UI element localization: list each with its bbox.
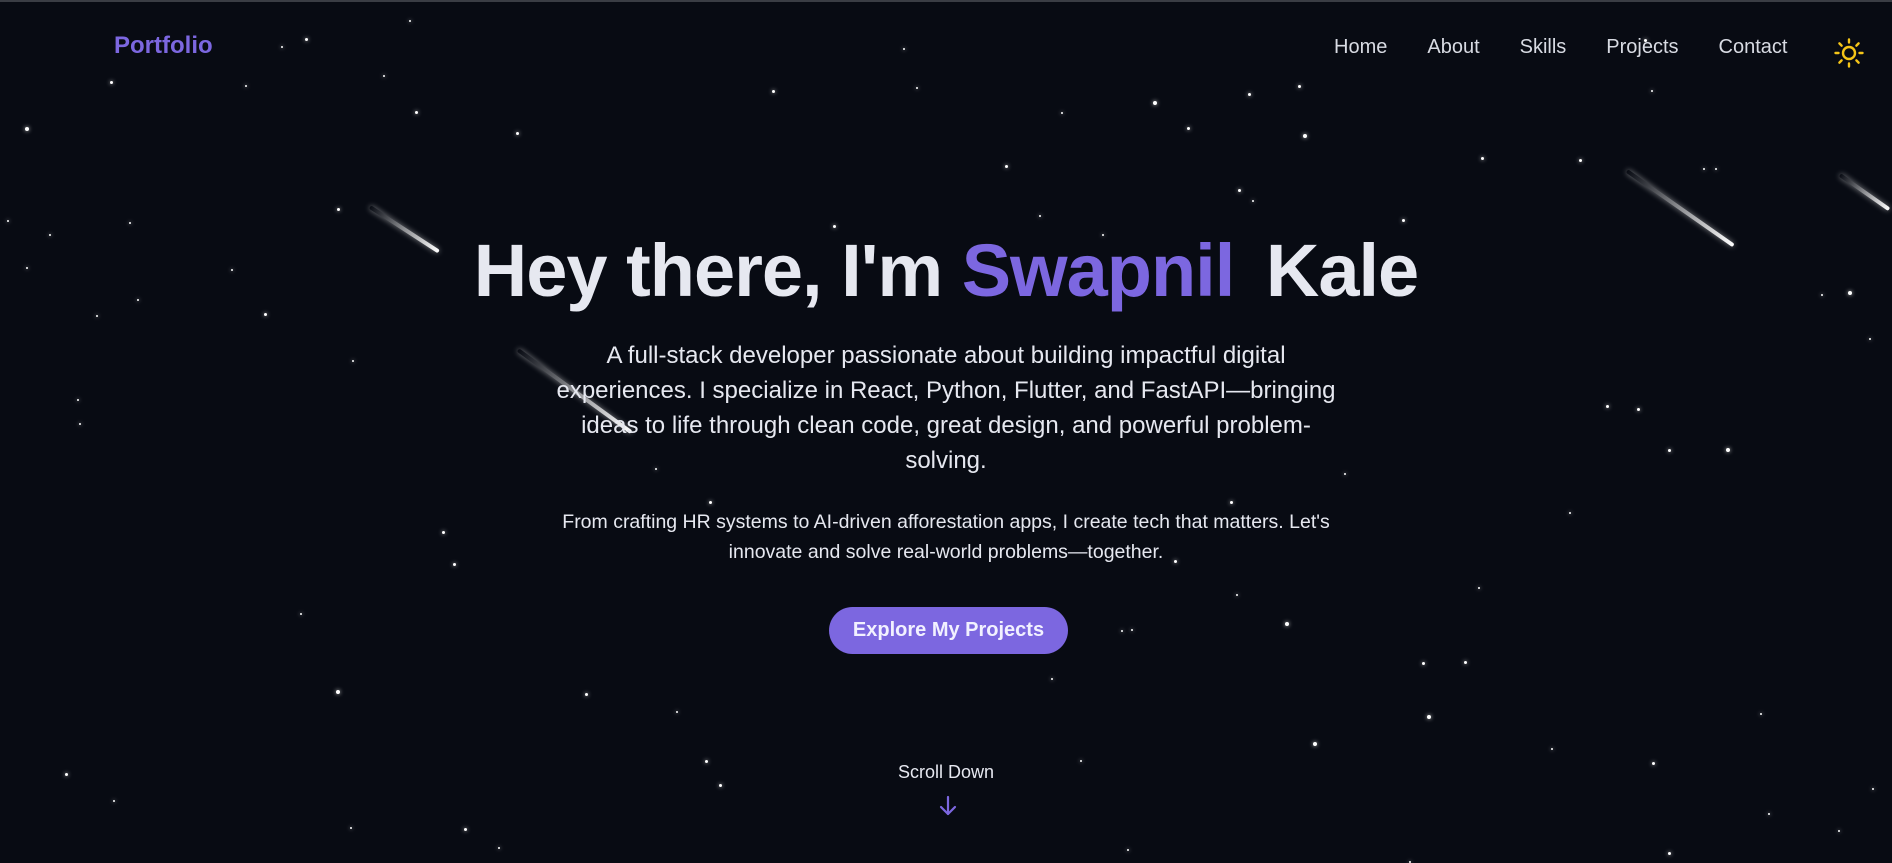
star: [304, 37, 308, 41]
arrow-down-icon[interactable]: [937, 794, 959, 818]
star: [336, 207, 340, 211]
star: [452, 562, 456, 566]
star: [1131, 629, 1133, 631]
star: [245, 85, 247, 87]
star: [903, 48, 905, 50]
star: [1039, 215, 1041, 217]
star: [1667, 851, 1671, 855]
star: [1605, 404, 1609, 408]
hero-first-name: Swapnil: [961, 229, 1236, 312]
star: [383, 75, 385, 77]
star: [281, 46, 283, 48]
star: [1236, 594, 1238, 596]
nav-link-projects[interactable]: Projects: [1606, 36, 1678, 59]
hero-title: Hey there, I'm Swapnil Kale: [0, 228, 1892, 313]
scroll-down-label[interactable]: Scroll Down: [0, 762, 1892, 783]
sun-icon: [1834, 38, 1864, 68]
hero-last-name: Kale: [1265, 229, 1419, 312]
star: [1726, 448, 1730, 452]
star: [1004, 164, 1008, 168]
star: [1715, 168, 1717, 170]
star: [25, 127, 29, 131]
star: [1651, 90, 1653, 92]
star: [352, 360, 354, 362]
star: [1401, 218, 1405, 222]
star: [1051, 678, 1053, 680]
star: [1551, 748, 1553, 750]
star: [1127, 849, 1129, 851]
star: [1153, 101, 1157, 105]
star: [96, 315, 98, 317]
theme-toggle-button[interactable]: [1834, 38, 1864, 68]
star: [109, 80, 113, 84]
star: [1463, 660, 1467, 664]
star: [584, 692, 588, 696]
star: [676, 711, 678, 713]
star: [1760, 713, 1762, 715]
star: [1427, 715, 1431, 719]
star: [463, 827, 467, 831]
star: [7, 220, 9, 222]
hero-description: A full-stack developer passionate about …: [556, 342, 1336, 474]
nav-link-home[interactable]: Home: [1334, 36, 1387, 59]
nav-link-about[interactable]: About: [1427, 36, 1479, 59]
star: [708, 500, 712, 504]
star: [350, 827, 352, 829]
star: [1872, 788, 1874, 790]
star: [498, 847, 500, 849]
star: [771, 89, 775, 93]
star: [441, 530, 445, 534]
star: [1186, 126, 1190, 130]
star: [113, 800, 115, 802]
nav-link-skills[interactable]: Skills: [1520, 36, 1567, 59]
brand-logo[interactable]: Portfolio: [114, 32, 213, 60]
star: [1313, 742, 1317, 746]
star: [129, 222, 131, 224]
star: [79, 423, 81, 425]
star: [1636, 407, 1640, 411]
star: [77, 399, 79, 401]
star: [1237, 188, 1241, 192]
star: [1285, 622, 1289, 626]
hero-secondary-text: From crafting HR systems to AI-driven af…: [562, 511, 1330, 563]
star: [916, 87, 918, 89]
star: [1297, 84, 1301, 88]
star: [1421, 661, 1425, 665]
star: [1252, 200, 1254, 202]
star: [1303, 134, 1307, 138]
star: [1569, 512, 1571, 514]
star: [1478, 587, 1480, 589]
star: [1578, 158, 1582, 162]
explore-projects-button[interactable]: Explore My Projects: [829, 607, 1068, 654]
star: [1667, 448, 1671, 452]
star: [515, 131, 519, 135]
star: [336, 690, 340, 694]
star: [1703, 168, 1705, 170]
nav-link-contact[interactable]: Contact: [1719, 36, 1788, 59]
star: [718, 783, 722, 787]
shooting-star: [1838, 173, 1891, 212]
star: [409, 20, 411, 22]
hero-title-prefix: Hey there, I'm: [473, 229, 943, 312]
star: [1768, 813, 1770, 815]
star: [1229, 500, 1233, 504]
star: [1480, 156, 1484, 160]
star: [1869, 338, 1871, 340]
main-nav: Home About Skills Projects Contact: [1334, 36, 1827, 59]
star: [1121, 630, 1123, 632]
star: [414, 110, 418, 114]
star: [300, 613, 302, 615]
star: [1838, 830, 1840, 832]
star: [1061, 112, 1063, 114]
star: [1247, 92, 1251, 96]
